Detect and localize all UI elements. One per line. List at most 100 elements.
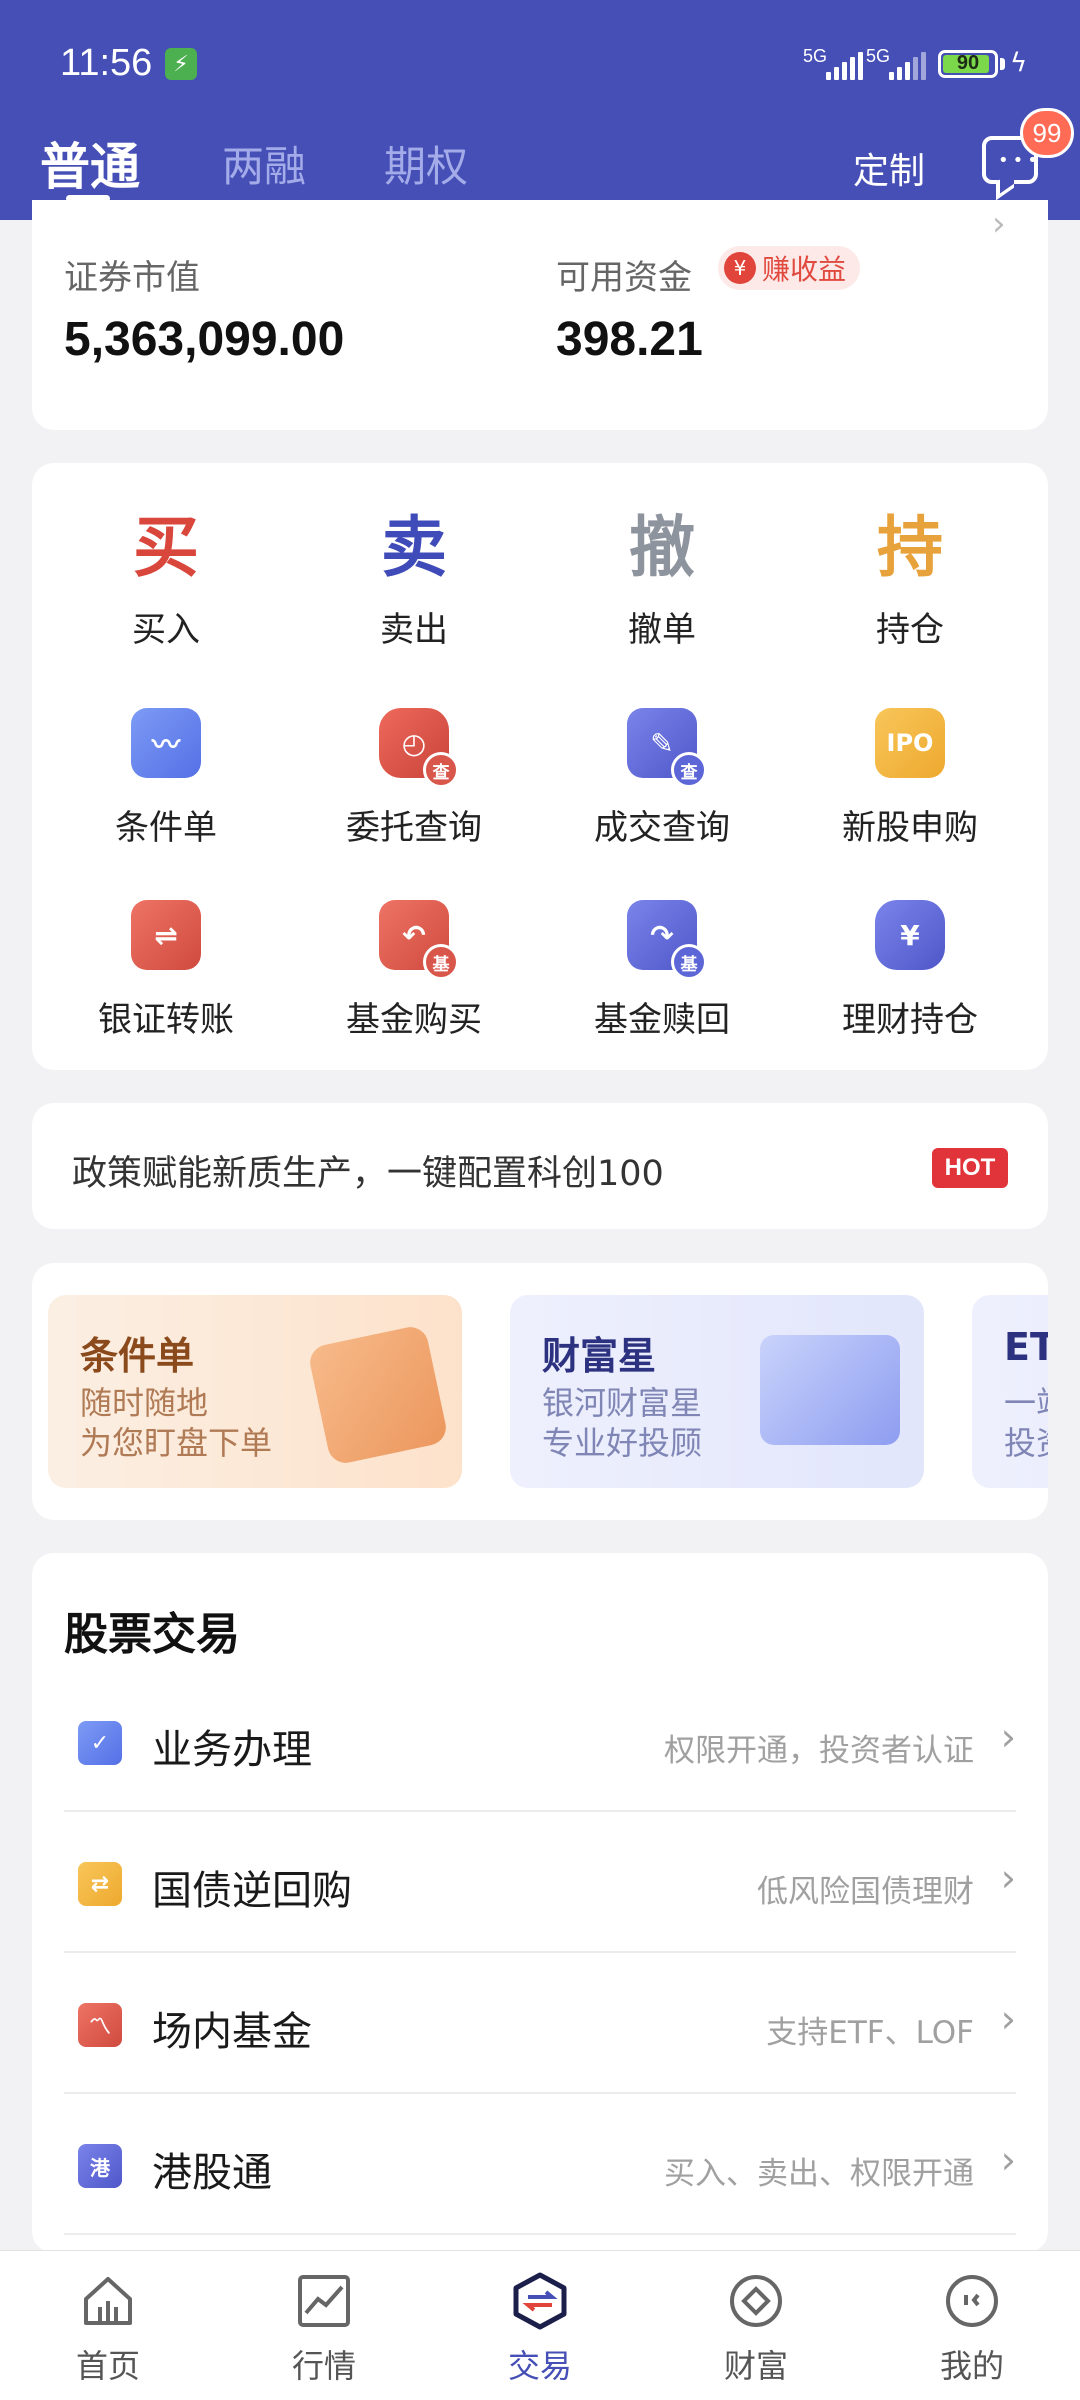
signal-icon-1 bbox=[826, 52, 863, 80]
list-item-label: 业务办理 bbox=[152, 1727, 312, 1773]
list-item-desc: 支持ETF、LOF bbox=[766, 2015, 974, 2051]
list-item-hk-connect[interactable]: 港 港股通 买入、卖出、权限开通 › bbox=[64, 2094, 1016, 2235]
sell-button[interactable]: 卖 卖出 bbox=[314, 508, 514, 651]
banner-wealth-star[interactable]: 财富星 银河财富星 专业好投顾 bbox=[510, 1295, 924, 1488]
banner-subtitle: 随时随地 为您盯盘下单 bbox=[80, 1384, 273, 1462]
asset-summary-card[interactable]: › 证券市值 5,363,099.00 可用资金 ¥ 赚收益 398.21 bbox=[32, 200, 1048, 430]
nav-label: 交易 bbox=[507, 2347, 572, 2385]
nav-label: 行情 bbox=[291, 2347, 356, 2385]
nav-label: 财富 bbox=[723, 2347, 788, 2385]
list-item-desc: 权限开通，投资者认证 bbox=[664, 1733, 974, 1769]
nav-profile[interactable]: 我的 bbox=[902, 2271, 1042, 2387]
nav-label: 首页 bbox=[75, 2347, 140, 2385]
query-badge-icon: 查 bbox=[423, 752, 459, 788]
buy-icon: 买 bbox=[133, 509, 199, 586]
fund-buy-label: 基金购买 bbox=[346, 1000, 482, 1040]
nav-trade[interactable]: 交易 bbox=[470, 2271, 610, 2387]
nav-home[interactable]: 首页 bbox=[38, 2271, 178, 2387]
list-item-label: 港股通 bbox=[152, 2150, 272, 2196]
earn-income-tag[interactable]: ¥ 赚收益 bbox=[718, 246, 861, 290]
promo-notice-text: 政策赋能新质生产，一键配置科创100 bbox=[72, 1154, 664, 1194]
message-badge: 99 bbox=[1020, 108, 1074, 158]
sell-label: 卖出 bbox=[380, 610, 448, 650]
condition-order-label: 条件单 bbox=[115, 808, 217, 848]
list-item-desc: 低风险国债理财 bbox=[757, 1874, 974, 1910]
tab-options[interactable]: 期权 bbox=[384, 133, 468, 194]
condition-order-icon: 〰 bbox=[131, 708, 201, 778]
banner-carousel: 条件单 随时随地为您盯盘下单 财富星 银河财富星专业好投顾 ETI 一站投资 bbox=[32, 1263, 1048, 1520]
fund-badge-icon: 基 bbox=[423, 944, 459, 980]
wealth-icon bbox=[726, 2271, 786, 2331]
wealth-position-button[interactable]: ¥ 理财持仓 bbox=[810, 900, 1010, 1041]
fund-buy-button[interactable]: ↶ 基 基金购买 bbox=[314, 900, 514, 1041]
list-item-label: 场内基金 bbox=[152, 2009, 312, 2055]
tab-margin[interactable]: 两融 bbox=[222, 133, 306, 194]
order-query-icon: ◴ 查 bbox=[379, 708, 459, 788]
securities-value: 5,363,099.00 bbox=[64, 313, 345, 366]
buy-label: 买入 bbox=[132, 610, 200, 650]
list-item-label: 国债逆回购 bbox=[152, 1868, 352, 1914]
charging-icon: ⚡ bbox=[165, 48, 197, 80]
list-item-repo[interactable]: ⇄ 国债逆回购 低风险国债理财 › bbox=[64, 1812, 1016, 1953]
battery-charging-icon: ϟ bbox=[1010, 48, 1028, 78]
yen-icon: ¥ bbox=[724, 252, 756, 284]
securities-value-label: 证券市值 bbox=[64, 258, 200, 298]
business-check-icon: ✓ bbox=[78, 1721, 122, 1765]
order-query-button[interactable]: ◴ 查 委托查询 bbox=[314, 708, 514, 849]
order-query-label: 委托查询 bbox=[346, 808, 482, 848]
nav-wealth[interactable]: 财富 bbox=[686, 2271, 826, 2387]
cancel-order-button[interactable]: 撤 撤单 bbox=[562, 508, 762, 651]
customize-button[interactable]: 定制 bbox=[853, 142, 925, 194]
list-item-business[interactable]: ✓ 业务办理 权限开通，投资者认证 › bbox=[64, 1671, 1016, 1812]
signal-icon-2 bbox=[889, 52, 926, 80]
repo-icon: ⇄ bbox=[78, 1862, 122, 1906]
nav-market[interactable]: 行情 bbox=[254, 2271, 394, 2387]
banner-etf[interactable]: ETI 一站投资 bbox=[972, 1295, 1048, 1488]
condition-order-button[interactable]: 〰 条件单 bbox=[66, 708, 266, 849]
section-title: 股票交易 bbox=[64, 1609, 240, 1660]
bank-transfer-icon: ⇌ bbox=[131, 900, 201, 970]
position-button[interactable]: 持 持仓 bbox=[810, 508, 1010, 651]
market-chart-icon bbox=[294, 2271, 354, 2331]
bank-transfer-label: 银证转账 bbox=[98, 1000, 234, 1040]
buy-button[interactable]: 买 买入 bbox=[66, 508, 266, 651]
chevron-right-icon: › bbox=[1000, 1856, 1016, 1900]
available-funds-value: 398.21 bbox=[556, 313, 703, 366]
ipo-subscribe-button[interactable]: IPO 新股申购 bbox=[810, 708, 1010, 849]
fund-badge-icon: 基 bbox=[671, 944, 707, 980]
stock-trading-card: 股票交易 ✓ 业务办理 权限开通，投资者认证 › ⇄ 国债逆回购 低风险国债理财… bbox=[32, 1553, 1048, 2253]
nav-label: 我的 bbox=[939, 2347, 1004, 2385]
trade-icon bbox=[510, 2271, 570, 2331]
network-label-1: 5G bbox=[803, 46, 828, 66]
promo-notice[interactable]: 政策赋能新质生产，一键配置科创100 HOT bbox=[32, 1103, 1048, 1229]
tab-normal[interactable]: 普通 bbox=[40, 127, 140, 199]
available-funds-label: 可用资金 bbox=[556, 258, 692, 298]
hot-badge: HOT bbox=[932, 1148, 1008, 1188]
banner-title: ETI bbox=[1004, 1325, 1048, 1369]
ai-illustration-icon bbox=[306, 1323, 450, 1467]
chevron-right-icon: › bbox=[1000, 1715, 1016, 1759]
chevron-right-icon[interactable]: › bbox=[992, 204, 1006, 244]
network-label-2: 5G bbox=[866, 46, 891, 66]
position-label: 持仓 bbox=[876, 610, 944, 650]
exchange-fund-icon: 〽 bbox=[78, 2003, 122, 2047]
cancel-order-icon: 撤 bbox=[629, 509, 695, 586]
fund-redeem-button[interactable]: ↷ 基 基金赎回 bbox=[562, 900, 762, 1041]
deal-query-button[interactable]: ✎ 查 成交查询 bbox=[562, 708, 762, 849]
battery-cap bbox=[1000, 58, 1005, 70]
deal-query-icon: ✎ 查 bbox=[627, 708, 707, 788]
app-header: 11:56 ⚡ 5G 5G 90 ϟ 普通 两融 期权 定制 ••• 99 bbox=[0, 0, 1080, 220]
chevron-right-icon: › bbox=[1000, 1997, 1016, 2041]
fund-buy-icon: ↶ 基 bbox=[379, 900, 459, 980]
quick-actions-card: 买 买入 卖 卖出 撤 撤单 持 持仓 〰 条件单 ◴ 查 委托查询 ✎ 查 成… bbox=[32, 463, 1048, 1070]
advisor-illustration-icon bbox=[760, 1335, 900, 1445]
bank-transfer-button[interactable]: ⇌ 银证转账 bbox=[66, 900, 266, 1041]
wealth-position-label: 理财持仓 bbox=[842, 1000, 978, 1040]
fund-redeem-label: 基金赎回 bbox=[594, 1000, 730, 1040]
cancel-order-label: 撤单 bbox=[628, 610, 696, 650]
ipo-icon: IPO bbox=[875, 708, 945, 778]
banner-condition-order[interactable]: 条件单 随时随地 为您盯盘下单 bbox=[48, 1295, 462, 1488]
list-item-exchange-fund[interactable]: 〽 场内基金 支持ETF、LOF › bbox=[64, 1953, 1016, 2094]
battery-icon: 90 bbox=[938, 50, 998, 78]
profile-icon bbox=[942, 2271, 1002, 2331]
